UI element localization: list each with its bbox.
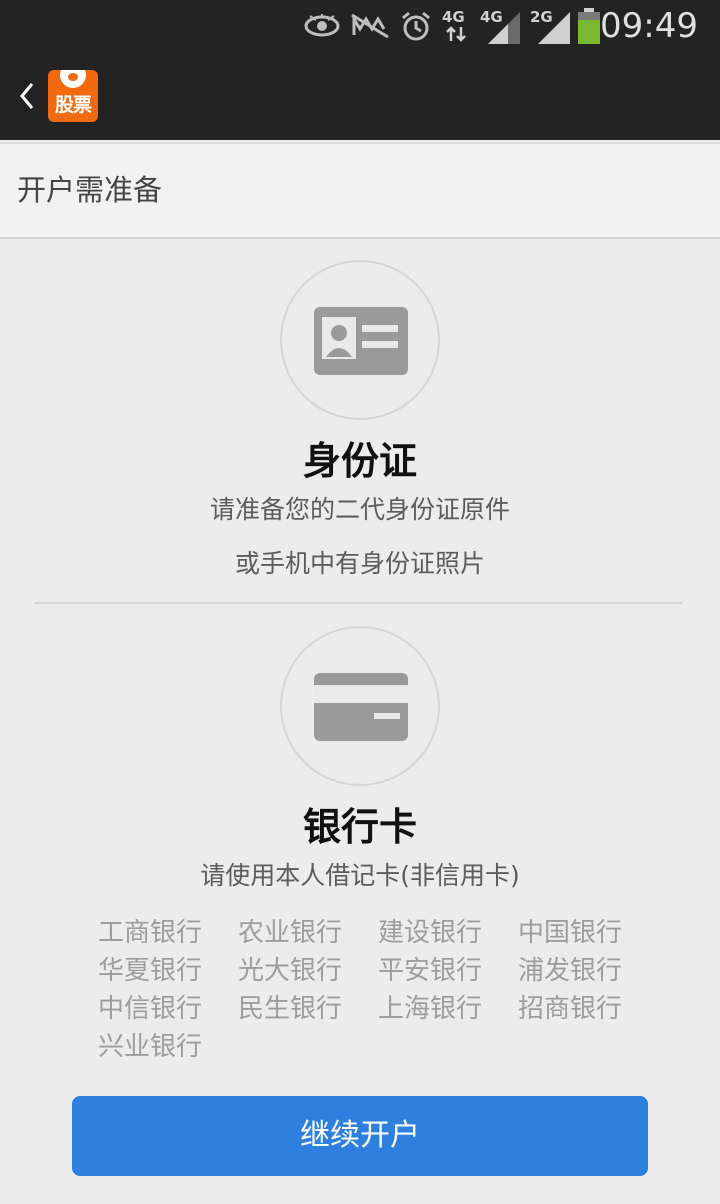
bank-item: 工商银行	[98, 918, 203, 948]
eye-icon	[304, 14, 340, 37]
logo-mark-icon	[60, 70, 86, 88]
bank-item: 民生银行	[238, 994, 343, 1024]
bank-card-line1: 请使用本人借记卡(非信用卡)	[200, 861, 520, 890]
signal-icon	[538, 12, 570, 44]
nav-bar: 股票	[0, 52, 720, 140]
mute-icon	[351, 13, 389, 39]
bank-item: 中国银行	[518, 918, 623, 948]
network-2g-signal: 2G	[530, 8, 570, 44]
bank-item: 上海银行	[378, 994, 483, 1024]
id-card-line1: 请准备您的二代身份证原件	[209, 495, 510, 524]
id-card-icon	[314, 307, 408, 375]
bank-item: 兴业银行	[98, 1032, 203, 1062]
status-icons: 4G 4G 2G	[304, 8, 570, 44]
bank-item: 光大银行	[238, 956, 343, 986]
page-title: 开户需准备	[17, 173, 163, 207]
bank-item: 中信银行	[98, 994, 203, 1024]
bank-card-title: 银行卡	[302, 805, 417, 849]
battery-icon	[578, 8, 600, 44]
status-clock: 09:49	[600, 6, 698, 46]
signal-icon	[488, 12, 520, 44]
bank-item: 建设银行	[378, 918, 483, 948]
section-header: 开户需准备	[0, 142, 720, 239]
divider	[34, 602, 682, 604]
bank-item: 农业银行	[238, 918, 343, 948]
app-logo: 股票	[48, 70, 98, 122]
bank-item: 浦发银行	[518, 956, 623, 986]
bank-item: 华夏银行	[98, 956, 203, 986]
bank-item: 招商银行	[518, 994, 623, 1024]
id-card-circle	[280, 260, 440, 420]
id-card-title: 身份证	[302, 439, 417, 483]
bank-card-icon	[314, 673, 408, 741]
back-icon[interactable]	[12, 74, 42, 118]
logo-text: 股票	[54, 94, 92, 116]
network-4g-signal: 4G	[480, 8, 520, 44]
continue-button[interactable]: 继续开户	[72, 1096, 648, 1176]
status-bar: 4G 4G 2G 09:49	[0, 0, 720, 52]
bank-item: 平安银行	[378, 956, 483, 986]
alarm-icon	[402, 11, 430, 41]
network-4g-data: 4G	[442, 8, 470, 44]
id-card-line2: 或手机中有身份证照片	[234, 549, 485, 578]
data-arrows-icon	[446, 26, 466, 42]
bank-card-circle	[280, 626, 440, 786]
